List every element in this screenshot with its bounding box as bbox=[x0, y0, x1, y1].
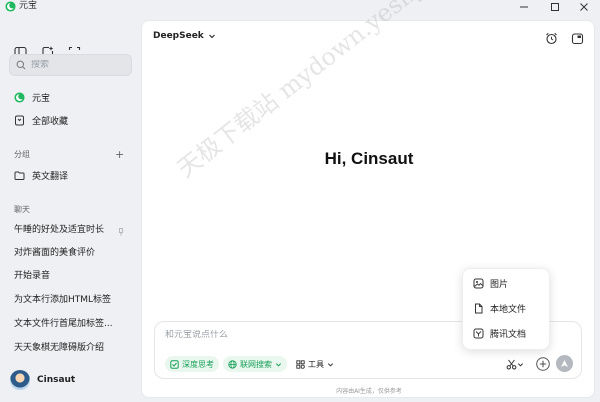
ai-disclaimer: 内容由AI生成，仅供参考 bbox=[336, 388, 402, 395]
attach-menu-label: 图片 bbox=[490, 280, 509, 290]
chevron-down-icon bbox=[208, 34, 215, 39]
close-icon bbox=[580, 3, 588, 11]
attach-menu-item-tencent-docs[interactable]: 腾讯文档 bbox=[473, 327, 526, 340]
minimize-icon bbox=[520, 6, 528, 8]
plus-circle-icon bbox=[536, 357, 550, 371]
attach-menu-label: 本地文件 bbox=[490, 305, 527, 315]
tools-label: 工具 bbox=[308, 359, 324, 369]
globe-icon bbox=[228, 359, 237, 369]
folder-icon bbox=[14, 171, 25, 180]
chat-item[interactable]: 文本文件行首尾加标签... bbox=[14, 318, 134, 331]
title-bar: 元宝 bbox=[0, 0, 600, 14]
file-icon bbox=[475, 303, 483, 314]
greeting-title: Hi, Cinsaut bbox=[324, 149, 414, 168]
new-window-button[interactable] bbox=[569, 30, 585, 46]
alarm-button[interactable] bbox=[543, 30, 559, 46]
chat-item[interactable]: 开始录音 bbox=[14, 270, 134, 283]
docs-icon bbox=[473, 328, 484, 339]
deep-think-toggle[interactable]: 深度思考 bbox=[165, 356, 219, 372]
group-item-english-translation[interactable]: 英文翻译 bbox=[14, 168, 68, 182]
chat-item[interactable]: 天天象棋无障碍版介绍 bbox=[14, 342, 134, 355]
deep-think-label: 深度思考 bbox=[182, 359, 214, 369]
sidebar: 元宝 全部收藏 分组 + 英文翻译 聊天 午睡的好处及适宜时长 对炸酱面的美食评… bbox=[0, 14, 140, 402]
web-search-label: 联网搜索 bbox=[240, 359, 272, 369]
yuanbao-logo-icon bbox=[14, 91, 25, 103]
nav-item-yuanbao[interactable]: 元宝 bbox=[14, 90, 50, 104]
chevron-down-icon bbox=[517, 362, 524, 366]
chat-item[interactable]: 午睡的好处及适宜时长 bbox=[14, 224, 134, 237]
groups-section-title: 分组 bbox=[14, 150, 30, 159]
send-button[interactable] bbox=[556, 355, 573, 372]
user-profile[interactable]: Cinsaut bbox=[10, 370, 75, 390]
send-arrow-icon bbox=[561, 360, 568, 367]
chat-item[interactable]: 对炸酱面的美食评价 bbox=[14, 247, 134, 260]
nav-item-label: 元宝 bbox=[32, 93, 51, 104]
attach-menu-popup: 图片 本地文件 腾讯文档 bbox=[462, 268, 550, 350]
user-name: Cinsaut bbox=[37, 375, 76, 385]
scissors-menu-button[interactable] bbox=[506, 357, 524, 371]
tools-icon bbox=[296, 359, 305, 369]
chevron-down-icon bbox=[327, 362, 334, 366]
message-input[interactable] bbox=[165, 330, 445, 340]
chats-section-title: 聊天 bbox=[14, 205, 30, 214]
chat-item[interactable]: 为文本行添加HTML标签 bbox=[14, 294, 134, 307]
tools-menu-button[interactable]: 工具 bbox=[291, 356, 339, 372]
alarm-clock-icon bbox=[545, 32, 557, 44]
web-search-toggle[interactable]: 联网搜索 bbox=[223, 356, 287, 372]
attach-button[interactable] bbox=[536, 357, 550, 371]
group-item-label: 英文翻译 bbox=[32, 171, 69, 182]
chevron-down-icon bbox=[275, 362, 282, 366]
nav-item-favorites[interactable]: 全部收藏 bbox=[14, 113, 68, 127]
search-input[interactable] bbox=[31, 60, 121, 70]
search-box[interactable] bbox=[9, 54, 132, 76]
close-button[interactable] bbox=[570, 0, 598, 14]
model-name: DeepSeek bbox=[153, 31, 204, 41]
avatar bbox=[10, 370, 30, 390]
image-icon bbox=[473, 278, 484, 289]
model-selector[interactable]: DeepSeek bbox=[153, 31, 216, 41]
maximize-button[interactable] bbox=[541, 0, 569, 14]
deep-think-icon bbox=[170, 359, 179, 369]
attach-menu-label: 腾讯文档 bbox=[490, 330, 527, 340]
attach-menu-item-local-file[interactable]: 本地文件 bbox=[473, 302, 526, 315]
search-icon bbox=[16, 60, 26, 70]
add-group-button[interactable]: + bbox=[115, 149, 124, 160]
pin-icon bbox=[119, 228, 123, 236]
minimize-button[interactable] bbox=[510, 0, 538, 14]
maximize-icon bbox=[551, 3, 559, 11]
nav-item-label: 全部收藏 bbox=[32, 116, 69, 127]
window-title: 元宝 bbox=[19, 1, 38, 11]
attach-menu-item-image[interactable]: 图片 bbox=[473, 277, 508, 290]
yuanbao-logo-icon bbox=[5, 1, 16, 12]
bookmark-icon bbox=[15, 115, 24, 125]
new-window-icon bbox=[571, 32, 583, 44]
scissors-icon bbox=[506, 359, 517, 370]
